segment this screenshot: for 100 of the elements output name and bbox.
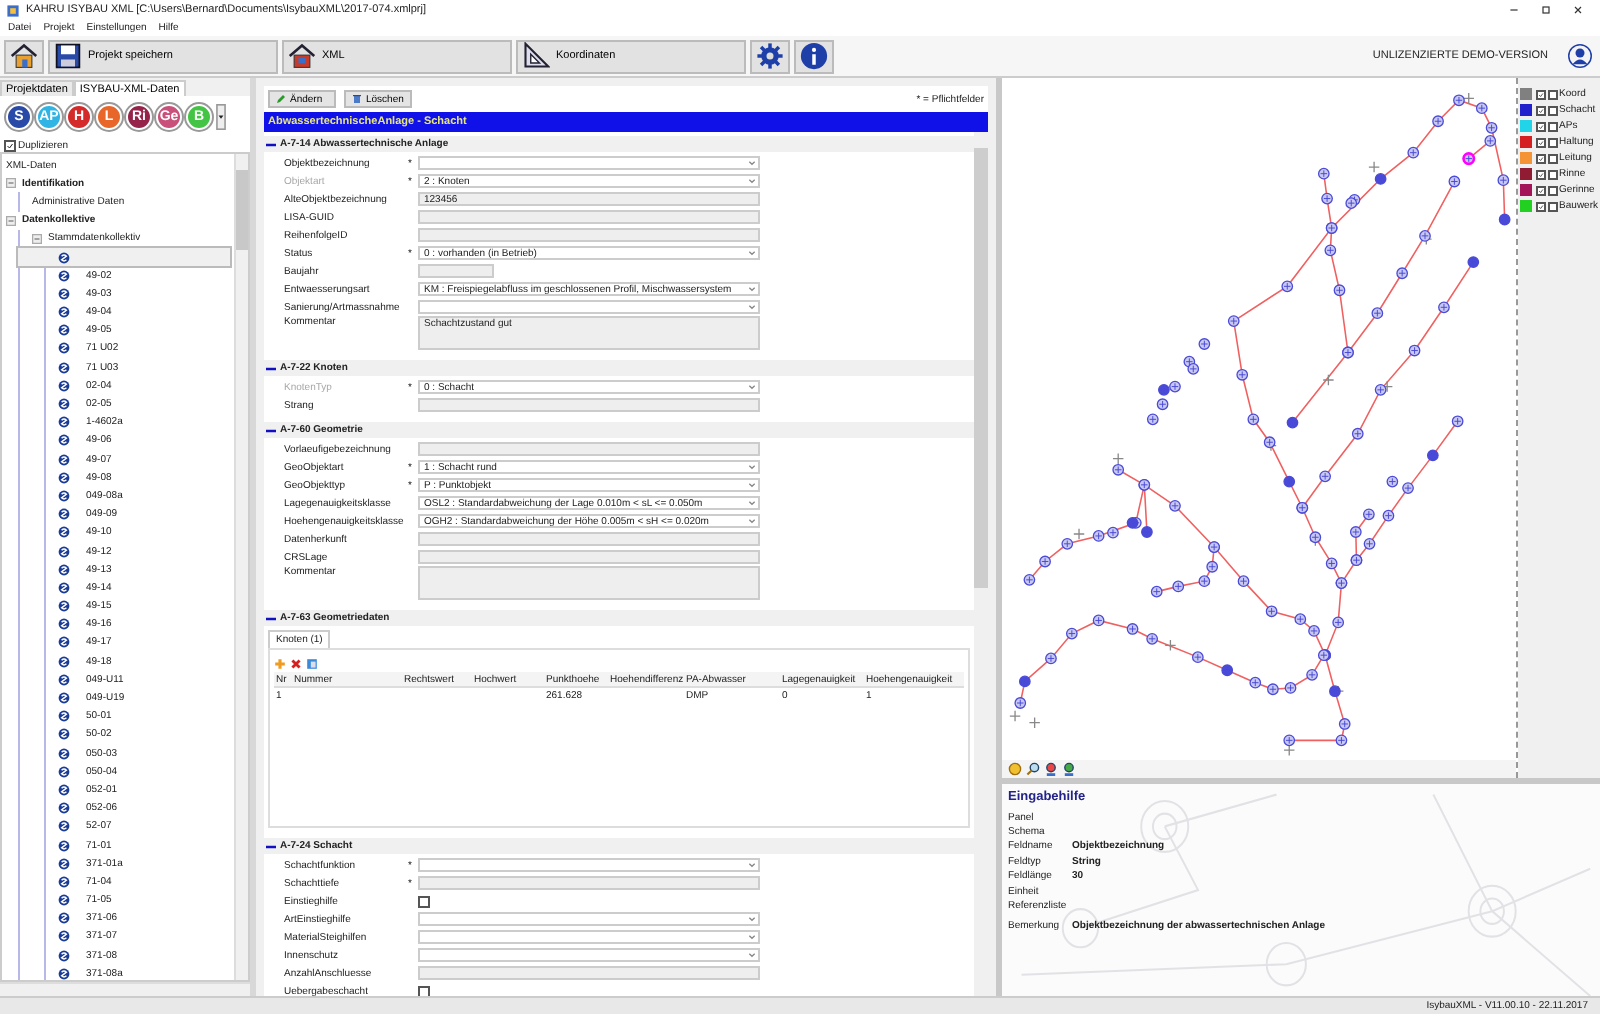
text-field[interactable]	[418, 550, 760, 564]
chevron-icon	[748, 916, 756, 922]
checkbox[interactable]	[418, 985, 430, 996]
delete-icon[interactable]	[290, 657, 302, 669]
maximize-icon[interactable]	[1540, 4, 1552, 16]
manhole-icon	[58, 526, 70, 539]
chevron-icon	[748, 464, 756, 470]
text-field[interactable]	[418, 442, 760, 456]
zoom-out-icon[interactable]	[1062, 762, 1076, 776]
text-field[interactable]	[418, 966, 760, 980]
text-field[interactable]	[418, 398, 760, 412]
checkbox[interactable]	[1535, 89, 1546, 99]
pan-icon[interactable]	[1008, 762, 1022, 776]
dropdown-icon[interactable]	[216, 104, 226, 130]
checkbox[interactable]	[1535, 201, 1546, 211]
search-icon[interactable]	[1026, 762, 1040, 776]
manhole-icon	[58, 563, 70, 576]
manhole-icon	[58, 783, 70, 796]
checkbox[interactable]	[1535, 137, 1546, 147]
manhole-icon	[58, 489, 70, 502]
dropdown-field[interactable]	[418, 930, 760, 944]
settings-button[interactable]	[750, 39, 790, 73]
user-icon[interactable]	[1568, 44, 1592, 68]
checkbox[interactable]	[418, 895, 430, 907]
chevron-icon	[748, 500, 756, 506]
manhole-icon	[58, 747, 70, 760]
manhole-icon	[58, 765, 70, 778]
checkbox[interactable]	[1535, 105, 1546, 115]
collapse-icon[interactable]	[266, 141, 276, 147]
manhole-icon	[58, 894, 70, 907]
checkbox[interactable]	[1535, 153, 1546, 163]
chevron-icon	[748, 304, 756, 310]
text-field[interactable]	[418, 228, 760, 242]
manhole-icon	[58, 361, 70, 374]
manhole-icon	[58, 839, 70, 852]
checkbox[interactable]	[1535, 121, 1546, 131]
house-icon	[288, 42, 316, 70]
chevron-icon	[748, 286, 756, 292]
text-field[interactable]	[418, 532, 760, 546]
dropdown-field[interactable]	[418, 300, 760, 314]
manhole-icon	[58, 912, 70, 925]
zoom-in-icon[interactable]	[1044, 762, 1058, 776]
manhole-icon	[58, 655, 70, 668]
close-icon[interactable]	[1572, 4, 1584, 16]
checkbox[interactable]	[1535, 185, 1546, 195]
home-button[interactable]	[4, 39, 44, 73]
dropdown-field[interactable]	[418, 156, 760, 170]
collapse-icon[interactable]	[266, 615, 276, 621]
dropdown-field[interactable]	[418, 912, 760, 926]
manhole-icon	[58, 820, 70, 833]
dropdown-field[interactable]	[418, 948, 760, 962]
chevron-icon	[748, 952, 756, 958]
manhole-icon	[58, 581, 70, 594]
chevron-icon	[748, 482, 756, 488]
chevron-icon	[748, 160, 756, 166]
checkbox[interactable]	[1547, 185, 1558, 195]
text-field[interactable]	[418, 876, 760, 890]
checkbox[interactable]	[1547, 201, 1558, 211]
collapse-icon[interactable]	[266, 427, 276, 433]
manhole-icon	[58, 508, 70, 521]
checkbox[interactable]	[1547, 121, 1558, 131]
checkbox[interactable]	[1547, 153, 1558, 163]
pencil-icon	[276, 94, 286, 104]
text-field[interactable]	[418, 264, 494, 278]
chevron-icon	[748, 518, 756, 524]
checkbox[interactable]	[1547, 137, 1558, 147]
manhole-icon	[58, 600, 70, 613]
checkbox[interactable]	[1547, 89, 1558, 99]
manhole-icon	[58, 251, 70, 264]
chevron-icon	[748, 250, 756, 256]
manhole-icon	[58, 875, 70, 888]
trash-icon	[352, 94, 362, 104]
chevron-icon	[748, 178, 756, 184]
manhole-icon	[58, 342, 70, 355]
manhole-icon	[58, 416, 70, 429]
chevron-icon	[748, 934, 756, 940]
gear-icon	[756, 42, 784, 70]
checkbox[interactable]	[1547, 105, 1558, 115]
minimize-icon[interactable]	[1508, 4, 1520, 16]
scrollbar[interactable]	[234, 154, 248, 980]
copy-icon[interactable]	[306, 657, 318, 669]
manhole-icon	[58, 728, 70, 741]
manhole-icon	[58, 306, 70, 319]
collapse-icon[interactable]	[266, 365, 276, 371]
chevron-icon	[748, 862, 756, 868]
checkbox[interactable]	[1535, 169, 1546, 179]
info-button[interactable]	[794, 39, 834, 73]
manhole-icon	[58, 453, 70, 466]
dropdown-field[interactable]	[418, 858, 760, 872]
scrollbar[interactable]	[974, 132, 988, 996]
manhole-icon	[58, 398, 70, 411]
text-field[interactable]	[418, 210, 760, 224]
checkbox[interactable]	[1547, 169, 1558, 179]
manhole-icon	[58, 287, 70, 300]
manhole-icon	[58, 269, 70, 282]
checkbox[interactable]	[4, 139, 16, 151]
manhole-icon	[58, 802, 70, 815]
manhole-icon	[58, 710, 70, 723]
collapse-icon[interactable]	[266, 843, 276, 849]
manhole-icon	[58, 471, 70, 484]
